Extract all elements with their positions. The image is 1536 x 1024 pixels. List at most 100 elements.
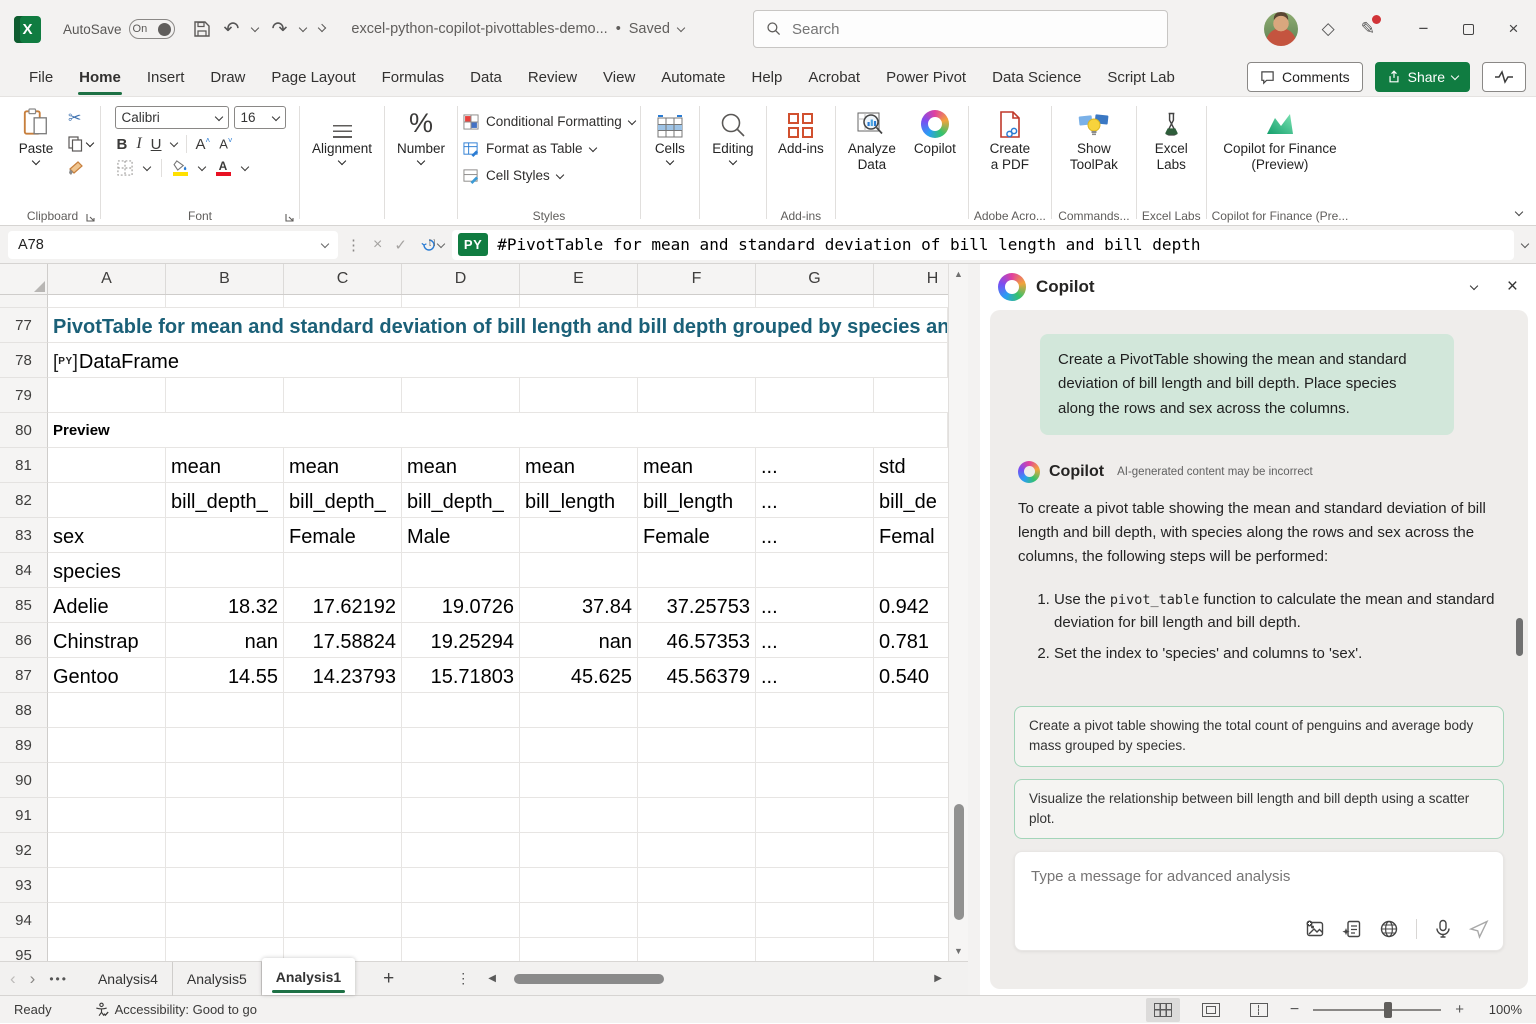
cell-E88[interactable] <box>520 693 638 728</box>
cell-A82[interactable] <box>48 483 166 518</box>
cell-G81[interactable]: ... <box>756 448 874 483</box>
cell-B81[interactable]: mean <box>166 448 284 483</box>
cell-partial[interactable] <box>520 295 638 308</box>
cell-G84[interactable] <box>756 553 874 588</box>
document-title[interactable]: excel-python-copilot-pivottables-demo...… <box>351 21 684 37</box>
cell-H95[interactable] <box>874 938 948 961</box>
addins-button[interactable]: Add-ins <box>772 102 830 157</box>
hscroll-right-icon[interactable]: ▶ <box>934 973 942 984</box>
tab-review[interactable]: Review <box>515 58 590 96</box>
cell-G93[interactable] <box>756 868 874 903</box>
cell-D92[interactable] <box>402 833 520 868</box>
row-header-88[interactable]: 88 <box>0 693 48 728</box>
cell-A88[interactable] <box>48 693 166 728</box>
cell-D81[interactable]: mean <box>402 448 520 483</box>
cell-F88[interactable] <box>638 693 756 728</box>
italic-button[interactable]: I <box>136 135 141 153</box>
number-button[interactable]: % Number <box>390 102 452 164</box>
name-box[interactable]: A78 <box>8 231 338 259</box>
cell-F87[interactable]: 45.56379 <box>638 658 756 693</box>
cell-A87[interactable]: Gentoo <box>48 658 166 693</box>
tab-insert[interactable]: Insert <box>134 58 198 96</box>
microphone-icon[interactable] <box>1434 919 1452 939</box>
cell-A85[interactable]: Adelie <box>48 588 166 623</box>
copy-icon[interactable] <box>68 136 93 152</box>
cell-A93[interactable] <box>48 868 166 903</box>
cell-G95[interactable] <box>756 938 874 961</box>
cell-C92[interactable] <box>284 833 402 868</box>
cell-C84[interactable] <box>284 553 402 588</box>
cell-partial[interactable] <box>166 295 284 308</box>
row-header-78[interactable]: 78 <box>0 343 48 378</box>
cell-H93[interactable] <box>874 868 948 903</box>
undo-button[interactable]: ↶ <box>224 18 240 41</box>
horizontal-scrollbar[interactable] <box>502 973 790 985</box>
cell-G91[interactable] <box>756 798 874 833</box>
cell-F82[interactable]: bill_length <box>638 483 756 518</box>
cell-C94[interactable] <box>284 903 402 938</box>
underline-chevron-icon[interactable] <box>169 139 177 147</box>
copilot-close-icon[interactable]: × <box>1507 276 1518 298</box>
cell-A83[interactable]: sex <box>48 518 166 553</box>
copilot-input-box[interactable] <box>1014 851 1504 951</box>
accessibility-status[interactable]: Accessibility: Good to go <box>94 1002 257 1017</box>
cell-F83[interactable]: Female <box>638 518 756 553</box>
font-dialog-launcher-icon[interactable] <box>285 213 294 222</box>
zoom-slider[interactable] <box>1313 1009 1441 1011</box>
copilot-scroll-thumb[interactable] <box>1516 618 1523 656</box>
cell-A94[interactable] <box>48 903 166 938</box>
cell-E95[interactable] <box>520 938 638 961</box>
column-header-B[interactable]: B <box>166 264 284 294</box>
cell-partial[interactable] <box>756 295 874 308</box>
hscroll-left-icon[interactable]: ◀ <box>488 973 496 984</box>
cancel-icon[interactable]: × <box>373 236 382 254</box>
cell-C89[interactable] <box>284 728 402 763</box>
increase-font-icon[interactable]: A˄ <box>196 136 211 153</box>
cell-H89[interactable] <box>874 728 948 763</box>
cell-E84[interactable] <box>520 553 638 588</box>
cell-A89[interactable] <box>48 728 166 763</box>
cell-G90[interactable] <box>756 763 874 798</box>
redo-chevron-icon[interactable] <box>299 24 307 32</box>
cell-E87[interactable]: 45.625 <box>520 658 638 693</box>
font-size-select[interactable]: 16 <box>234 106 286 129</box>
save-status-chevron-icon[interactable] <box>677 24 685 32</box>
row-header-86[interactable]: 86 <box>0 623 48 658</box>
formula-field[interactable]: PY #PivotTable for mean and standard dev… <box>452 230 1514 260</box>
cell-D82[interactable]: bill_depth_ <box>402 483 520 518</box>
cell-A81[interactable] <box>48 448 166 483</box>
cell-partial[interactable] <box>638 295 756 308</box>
zoom-in-button[interactable]: + <box>1455 1001 1464 1018</box>
tab-power-pivot[interactable]: Power Pivot <box>873 58 979 96</box>
sheet-nav-right-icon[interactable]: › <box>30 969 36 989</box>
redo-button[interactable]: ↷ <box>271 18 287 41</box>
copilot-finance-button[interactable]: Copilot for Finance (Preview) <box>1216 102 1344 174</box>
tab-data-science[interactable]: Data Science <box>979 58 1094 96</box>
zoom-level[interactable]: 100% <box>1478 1002 1522 1017</box>
analyze-data-button[interactable]: Analyze Data <box>841 102 903 174</box>
cell-F86[interactable]: 46.57353 <box>638 623 756 658</box>
cell-B86[interactable]: nan <box>166 623 284 658</box>
cell-B88[interactable] <box>166 693 284 728</box>
collapse-ribbon-chevron[interactable] <box>1515 208 1523 216</box>
sheet-nav-left-icon[interactable]: ‹ <box>10 969 16 989</box>
cell-B87[interactable]: 14.55 <box>166 658 284 693</box>
zoom-slider-thumb[interactable] <box>1384 1002 1392 1018</box>
cell-A78[interactable]: [PY]DataFrame <box>48 343 948 378</box>
cell-F91[interactable] <box>638 798 756 833</box>
sheet-tab-analysis4[interactable]: Analysis4 <box>84 962 173 996</box>
save-icon[interactable] <box>193 20 211 38</box>
sheet-tab-analysis5[interactable]: Analysis5 <box>173 962 262 996</box>
column-header-H[interactable]: H <box>874 264 948 294</box>
cell-E90[interactable] <box>520 763 638 798</box>
tab-help[interactable]: Help <box>739 58 796 96</box>
new-sheet-button[interactable]: + <box>383 968 394 990</box>
show-toolpak-button[interactable]: Show ToolPak <box>1057 102 1131 174</box>
font-color-icon[interactable]: A <box>216 161 231 176</box>
row-header-79[interactable]: 79 <box>0 378 48 413</box>
cell-partial[interactable] <box>48 295 166 308</box>
clipboard-dialog-launcher-icon[interactable] <box>86 213 95 222</box>
cell-B79[interactable] <box>166 378 284 413</box>
prompt-library-icon[interactable] <box>1342 919 1362 939</box>
row-header-partial[interactable] <box>0 295 48 308</box>
